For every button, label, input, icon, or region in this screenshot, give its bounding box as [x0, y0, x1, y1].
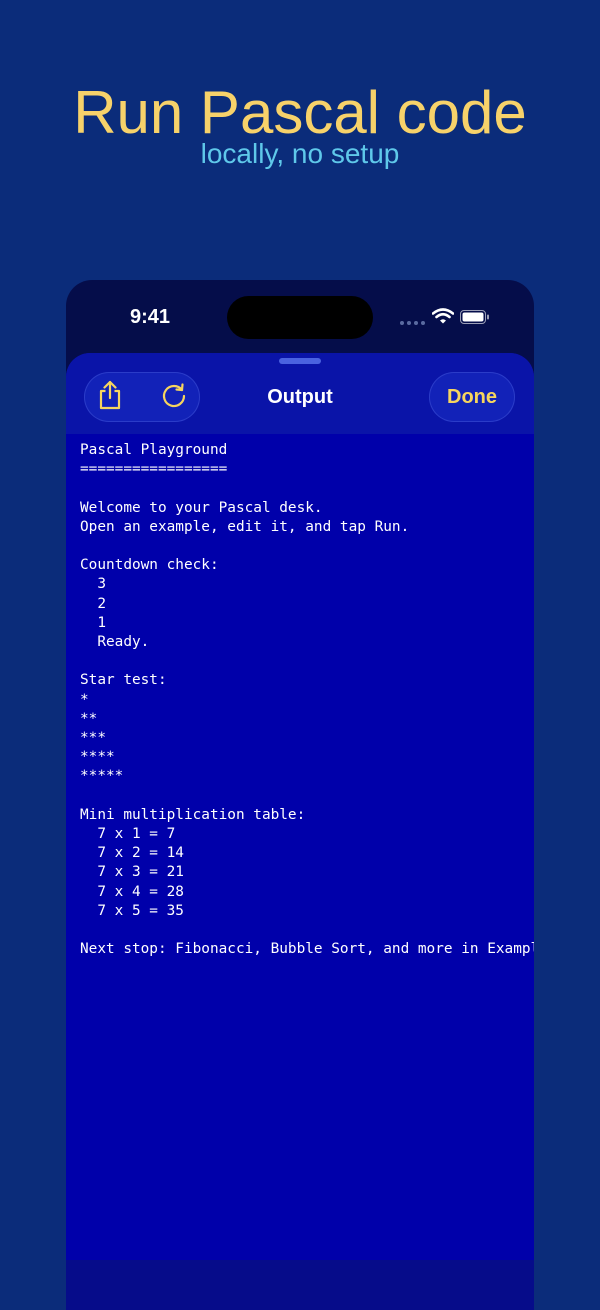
share-button[interactable]	[94, 380, 126, 415]
action-button-group	[84, 372, 200, 422]
output-sheet: Output Done Pascal Playground ===========…	[66, 353, 534, 1310]
output-line: ***	[80, 730, 106, 747]
done-button[interactable]: Done	[429, 372, 515, 422]
reload-button[interactable]	[158, 381, 190, 413]
output-line: Star test:	[80, 672, 167, 689]
wifi-icon	[431, 308, 455, 329]
phone-frame: 9:41 Output Done Pascal Playground =====…	[66, 280, 534, 1310]
battery-icon	[460, 310, 490, 329]
cellular-signal-icon	[400, 321, 425, 325]
status-time: 9:41	[130, 306, 171, 328]
sheet-footer	[66, 1260, 534, 1310]
output-line: ****	[80, 749, 115, 766]
dynamic-island	[227, 296, 373, 339]
output-line: 7 x 3 = 21	[80, 864, 184, 881]
share-icon	[97, 380, 123, 415]
output-line: Countdown check:	[80, 557, 219, 574]
output-line: Ready.	[80, 634, 150, 651]
sheet-grabber[interactable]	[279, 358, 321, 364]
output-line: 1	[80, 614, 106, 631]
output-line: 7 x 5 = 35	[80, 902, 184, 919]
output-line: 7 x 1 = 7	[80, 826, 176, 843]
output-line: **	[80, 710, 98, 727]
output-line: =================	[80, 461, 228, 478]
output-text: Pascal Playground ================= Welco…	[80, 441, 534, 959]
hero-subtitle: locally, no setup	[200, 138, 400, 169]
output-line: *****	[80, 768, 124, 785]
output-console[interactable]: Pascal Playground ================= Welco…	[66, 434, 534, 1260]
sheet-toolbar: Output Done	[66, 353, 534, 434]
output-line: 7 x 4 = 28	[80, 883, 184, 900]
output-line: Welcome to your Pascal desk.	[80, 499, 323, 516]
output-line: Pascal Playground	[80, 442, 228, 458]
output-line: Mini multiplication table:	[80, 806, 306, 823]
output-line: Next stop: Fibonacci, Bubble Sort, and m…	[80, 941, 534, 958]
sheet-title: Output	[267, 386, 333, 408]
output-line: 7 x 2 = 14	[80, 845, 184, 862]
output-line: *	[80, 691, 89, 708]
output-line: Open an example, edit it, and tap Run.	[80, 518, 410, 535]
output-line: 3	[80, 576, 106, 593]
reload-icon	[160, 381, 188, 414]
output-line: 2	[80, 595, 106, 612]
